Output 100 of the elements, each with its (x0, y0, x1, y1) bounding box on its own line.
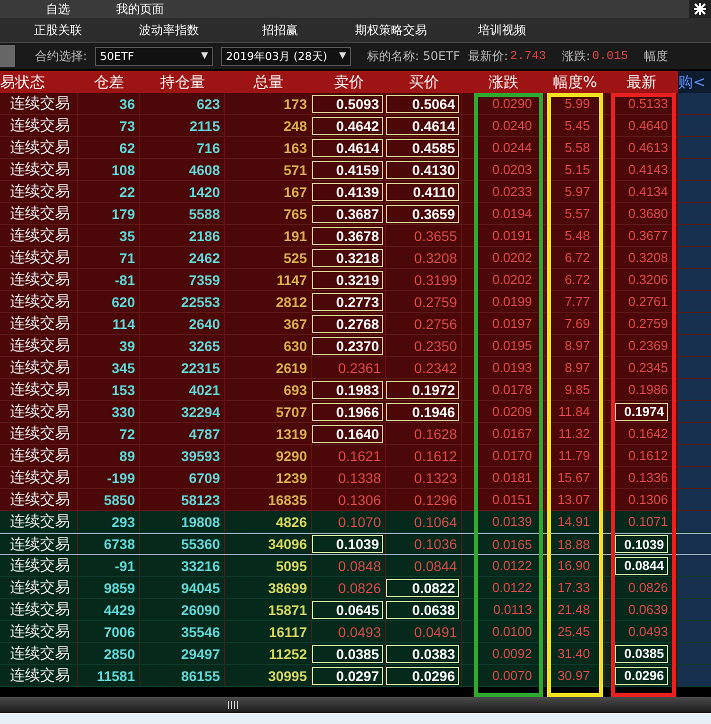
price-cell: 0.5093 (312, 94, 383, 112)
table-cell: 4608 (140, 159, 225, 180)
column-header[interactable]: 购< (678, 71, 711, 93)
price-cell: 0.0822 (386, 578, 459, 596)
menu-item[interactable]: 自选 (46, 0, 70, 18)
table-row[interactable]: 连续交易 7006 35546 16117 0.0493 0.0491 0.0100 25.45 0.0493 (0, 621, 711, 643)
change-label: 涨跌: (562, 48, 590, 64)
column-header[interactable]: 仓差 (78, 71, 140, 93)
table-row[interactable]: 连续交易 62 716 163 0.4614 0.4585 0.0244 5.58 0.4613 (0, 137, 711, 159)
table-row[interactable]: 连续交易 620 22553 2812 0.2773 0.2759 0.0199 7.77 0.2761 (0, 291, 711, 313)
table-cell: 7006 (78, 621, 140, 642)
table-cell: 163 (225, 137, 312, 158)
table-row[interactable]: 连续交易 35 2186 191 0.3678 0.3655 0.0191 5.48 0.3677 (0, 225, 711, 247)
table-cell: 连续交易 (0, 401, 78, 422)
price-cell: 0.3219 (312, 270, 383, 288)
table-cell: 连续交易 (0, 225, 78, 246)
table-row[interactable]: 连续交易 330 32294 5707 0.1966 0.1946 0.0209 11.84 0.1974 (0, 401, 711, 423)
tab[interactable]: 期权策略交易 (355, 22, 427, 38)
table-row[interactable]: 连续交易 71 2462 525 0.3218 0.3208 0.0202 6.72 0.3208 (0, 247, 711, 269)
table-row[interactable]: 连续交易 2850 29497 11252 0.0385 0.0383 0.0092 31.40 0.0385 (0, 643, 711, 665)
table-row[interactable]: 连续交易 11581 86155 30995 0.0297 0.0296 0.0070 30.97 0.0296 (0, 665, 711, 687)
price-cell: 0.1640 (312, 424, 383, 442)
table-cell: 0.0092 (462, 643, 545, 664)
table-cell: 0.0193 (462, 357, 545, 378)
table-row[interactable]: 连续交易 6738 55360 34096 0.1039 0.1036 0.0165 18.88 0.1039 (0, 533, 711, 555)
table-cell: 0.2342 (386, 357, 462, 378)
table-row[interactable]: 连续交易 114 2640 367 0.2768 0.2756 0.0197 7.69 0.2759 (0, 313, 711, 335)
table-cell: 5.45 (545, 115, 605, 136)
table-cell: 0.0290 (462, 93, 545, 114)
table-row[interactable]: 连续交易 22 1420 167 0.4139 0.4110 0.0233 5.97 0.4134 (0, 181, 711, 203)
table-cell: 连续交易 (0, 577, 78, 598)
table-cell: 0.0070 (462, 665, 545, 686)
table-cell: 9290 (225, 445, 312, 466)
table-cell: 0.0122 (462, 555, 545, 576)
grip-icon[interactable] (226, 700, 240, 710)
table-row[interactable]: 连续交易 153 4021 693 0.1983 0.1972 0.0178 9.85 0.1986 (0, 379, 711, 401)
table-cell: 1319 (225, 423, 312, 444)
table-row[interactable]: 连续交易 -91 33216 5095 0.0848 0.0844 0.0122 16.90 0.0844 (0, 555, 711, 577)
tab[interactable]: 波动率指数 (139, 22, 199, 38)
column-header[interactable]: 涨跌 (462, 71, 545, 93)
column-header[interactable]: 幅度% (545, 71, 605, 93)
table-cell: 0.0165 (462, 534, 545, 554)
table-cell: 15871 (225, 599, 312, 620)
table-cell: 连续交易 (0, 247, 78, 268)
table-cell: 25.45 (545, 621, 605, 642)
dropdown[interactable]: 2019年03月 (28天) ▼ (221, 46, 352, 66)
table-cell: 0.2756 (386, 313, 462, 334)
table-cell: 连续交易 (0, 115, 78, 136)
dropdown[interactable]: 50ETF ▼ (95, 46, 214, 66)
tab[interactable]: 招招赢 (262, 22, 298, 38)
column-header[interactable]: 买价 (386, 71, 462, 93)
table-cell: 1420 (140, 181, 225, 202)
table-cell: 0.0113 (462, 599, 545, 620)
table-cell: 5588 (140, 203, 225, 224)
table-cell: 0.1621 (312, 445, 386, 466)
column-header[interactable]: 易状态 (0, 71, 78, 93)
tab[interactable]: 正股关联 (34, 22, 82, 38)
table-row[interactable]: 连续交易 39 3265 630 0.2370 0.2350 0.0195 8.97 0.2369 (0, 335, 711, 357)
table-cell: 0.1323 (386, 467, 462, 488)
table-cell: 4429 (78, 599, 140, 620)
table-row[interactable]: 连续交易 9859 94045 38699 0.0826 0.0822 0.0122 17.33 0.0826 (0, 577, 711, 599)
table-row[interactable]: 连续交易 36 623 173 0.5093 0.5064 0.0290 5.99 0.5133 (0, 93, 711, 115)
table-cell: 0.0100 (462, 621, 545, 642)
table-cell: 623 (140, 93, 225, 114)
column-header[interactable]: 最新 (605, 71, 678, 93)
table-cell: 31.40 (545, 643, 605, 664)
table-row[interactable]: 连续交易 5850 58123 16835 0.1306 0.1296 0.0151 13.07 0.1306 (0, 489, 711, 511)
price-cell: 0.0296 (615, 666, 668, 684)
table-cell: 0.0195 (462, 335, 545, 356)
percent-label: 幅度 (644, 48, 668, 64)
table-cell: 连续交易 (0, 599, 78, 620)
asterisk-icon[interactable] (693, 2, 707, 16)
table-cell: 5095 (225, 555, 312, 576)
table-row[interactable]: 连续交易 89 39593 9290 0.1621 0.1612 0.0170 11.79 0.1612 (0, 445, 711, 467)
table-row[interactable]: 连续交易 4429 26090 15871 0.0645 0.0638 0.0113 21.48 0.0639 (0, 599, 711, 621)
table-cell: 630 (225, 335, 312, 356)
menu-item[interactable]: 我的页面 (116, 0, 164, 18)
table-row[interactable]: 连续交易 72 4787 1319 0.1640 0.1628 0.0167 11.32 0.1642 (0, 423, 711, 445)
table-cell: 0.0170 (462, 445, 545, 466)
column-header[interactable]: 卖价 (312, 71, 386, 93)
table-row[interactable]: 连续交易 293 19808 4826 0.1070 0.1064 0.0139 14.91 0.1071 (0, 511, 711, 533)
table-row[interactable]: 连续交易 179 5588 765 0.3687 0.3659 0.0194 5.57 0.3680 (0, 203, 711, 225)
table-cell: 716 (140, 137, 225, 158)
tab[interactable]: 培训视频 (478, 22, 526, 38)
column-header[interactable]: 总量 (225, 71, 312, 93)
price-cell: 0.2768 (312, 314, 383, 332)
table-row[interactable]: 连续交易 345 22315 2619 0.2361 0.2342 0.0193 8.97 0.2345 (0, 357, 711, 379)
panel-handle[interactable] (0, 45, 15, 67)
column-header[interactable]: 持仓量 (140, 71, 225, 93)
table-row[interactable]: 连续交易 73 2115 248 0.4642 0.4614 0.0240 5.45 0.4640 (0, 115, 711, 137)
table-row[interactable]: 连续交易 108 4608 571 0.4159 0.4130 0.0203 5.15 0.4143 (0, 159, 711, 181)
scrollbar[interactable] (0, 697, 711, 713)
table-cell: 0.0139 (462, 511, 545, 532)
table-cell: 8.97 (545, 335, 605, 356)
table-row[interactable]: 连续交易 -81 7359 1147 0.3219 0.3199 0.0202 6.72 0.3206 (0, 269, 711, 291)
table-cell: 连续交易 (0, 467, 78, 488)
table-cell: 0.0209 (462, 401, 545, 422)
table-row[interactable]: 连续交易 -199 6709 1239 0.1338 0.1323 0.0181 15.67 0.1336 (0, 467, 711, 489)
table-cell: 18.88 (545, 534, 605, 554)
price-cell: 0.0385 (615, 644, 668, 662)
